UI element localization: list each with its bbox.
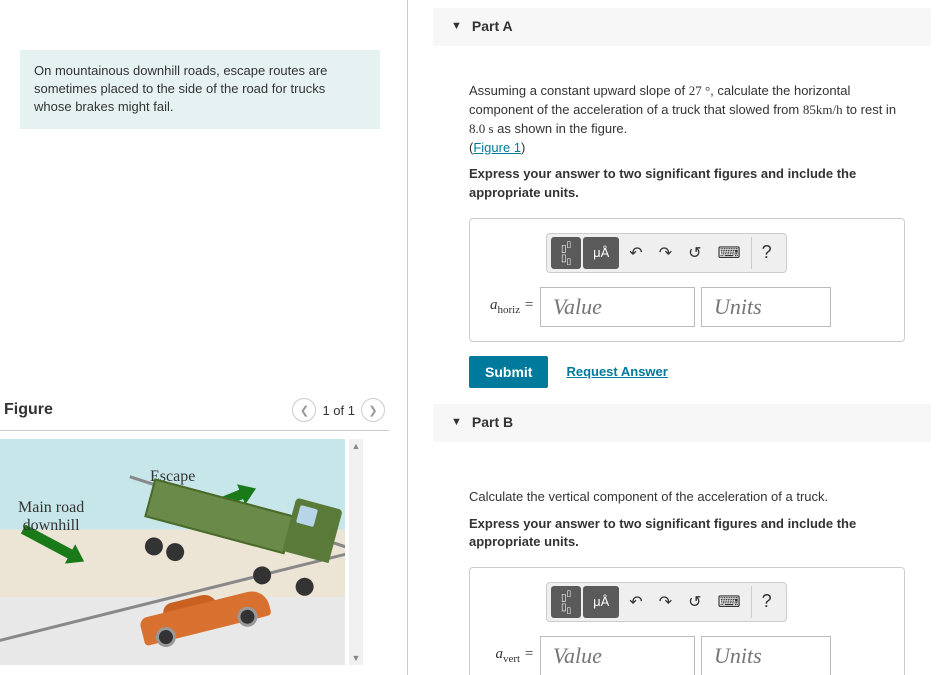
- part-a-instructions: Express your answer to two significant f…: [469, 165, 905, 201]
- help-button[interactable]: ?: [751, 237, 782, 269]
- undo-button[interactable]: ↶: [621, 237, 650, 269]
- figure-section: Figure ❮ 1 of 1 ❯ Escape route Main road…: [0, 398, 389, 665]
- units-tool-button[interactable]: μÅ: [583, 237, 619, 269]
- part-b-header[interactable]: ▼ Part B: [433, 404, 931, 440]
- part-b-instructions: Express your answer to two significant f…: [469, 515, 905, 551]
- scroll-up-icon: ▲: [352, 441, 361, 451]
- figure-title: Figure: [4, 401, 53, 419]
- part-a-answer-box: ▯▯▯▯ μÅ ↶ ↷ ↺ ⌨ ? ahoriz =: [469, 218, 905, 342]
- part-a-header[interactable]: ▼ Part A: [433, 8, 931, 44]
- part-b-toolbar: ▯▯▯▯ μÅ ↶ ↷ ↺ ⌨ ?: [546, 582, 787, 622]
- reset-button[interactable]: ↺: [680, 237, 709, 269]
- redo-icon: ↷: [659, 243, 672, 263]
- redo-icon: ↷: [659, 592, 672, 612]
- part-a-submit-button[interactable]: Submit: [469, 356, 548, 388]
- main-road-label: Main road downhill: [18, 499, 84, 534]
- undo-icon: ↶: [629, 243, 642, 263]
- figure-counter: 1 of 1: [322, 403, 355, 418]
- part-b-prompt: Calculate the vertical component of the …: [469, 488, 905, 507]
- units-tool-button[interactable]: μÅ: [583, 586, 619, 618]
- truck-icon: [137, 461, 343, 592]
- part-a-prompt: Assuming a constant upward slope of 27 °…: [469, 82, 905, 157]
- keyboard-button[interactable]: ⌨: [710, 237, 749, 269]
- help-button[interactable]: ?: [751, 586, 782, 618]
- figure-image: Escape route Main road downhill: [0, 439, 345, 665]
- part-b-units-input[interactable]: [701, 636, 831, 675]
- collapse-icon: ▼: [451, 20, 462, 32]
- redo-button[interactable]: ↷: [651, 237, 680, 269]
- template-tool-button[interactable]: ▯▯▯▯: [551, 237, 581, 269]
- left-panel: On mountainous downhill roads, escape ro…: [0, 0, 408, 675]
- part-b-variable-label: avert =: [486, 646, 534, 665]
- redo-button[interactable]: ↷: [651, 586, 680, 618]
- collapse-icon: ▼: [451, 416, 462, 428]
- part-a-variable-label: ahoriz =: [486, 297, 534, 316]
- part-a-toolbar: ▯▯▯▯ μÅ ↶ ↷ ↺ ⌨ ?: [546, 233, 787, 273]
- keyboard-icon: ⌨: [718, 592, 741, 612]
- part-a-units-input[interactable]: [701, 287, 831, 327]
- part-b-title: Part B: [472, 414, 513, 430]
- part-a-body: Assuming a constant upward slope of 27 °…: [433, 64, 931, 396]
- keyboard-button[interactable]: ⌨: [710, 586, 749, 618]
- keyboard-icon: ⌨: [718, 243, 741, 263]
- part-b-value-input[interactable]: [540, 636, 695, 675]
- part-a-title: Part A: [472, 18, 513, 34]
- scroll-down-icon: ▼: [352, 653, 361, 663]
- right-panel: ▼ Part A Assuming a constant upward slop…: [408, 0, 941, 675]
- part-b-body: Calculate the vertical component of the …: [433, 460, 931, 675]
- template-tool-button[interactable]: ▯▯▯▯: [551, 586, 581, 618]
- part-b-section: ▼ Part B: [433, 404, 931, 442]
- part-a-section: ▼ Part A: [433, 8, 931, 46]
- figure-scrollbar[interactable]: ▲ ▼: [349, 439, 363, 665]
- reset-icon: ↺: [688, 243, 701, 263]
- undo-button[interactable]: ↶: [621, 586, 650, 618]
- part-b-answer-box: ▯▯▯▯ μÅ ↶ ↷ ↺ ⌨ ? avert =: [469, 567, 905, 675]
- problem-intro: On mountainous downhill roads, escape ro…: [20, 50, 380, 129]
- figure-next-button[interactable]: ❯: [361, 398, 385, 422]
- reset-icon: ↺: [688, 592, 701, 612]
- part-a-request-answer-link[interactable]: Request Answer: [566, 364, 667, 379]
- part-a-value-input[interactable]: [540, 287, 695, 327]
- reset-button[interactable]: ↺: [680, 586, 709, 618]
- undo-icon: ↶: [629, 592, 642, 612]
- figure-link[interactable]: Figure 1: [473, 140, 521, 155]
- figure-prev-button[interactable]: ❮: [292, 398, 316, 422]
